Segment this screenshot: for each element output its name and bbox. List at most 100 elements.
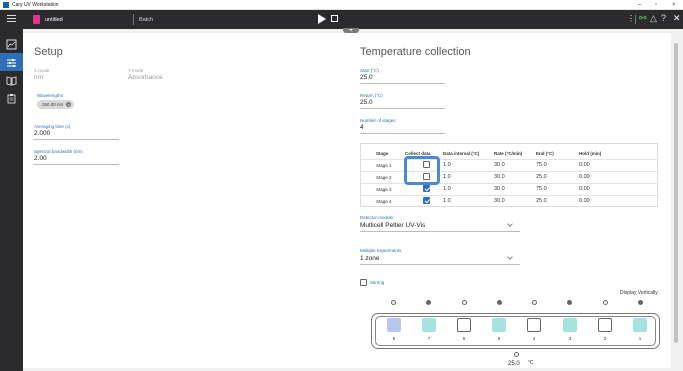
cell-2[interactable] (598, 318, 612, 332)
bandwidth-input[interactable]: 2.00 (34, 155, 47, 162)
display-vertically-toggle[interactable]: Display Vertically (620, 290, 658, 296)
cell-1[interactable] (633, 318, 647, 332)
cell-number: 2 (603, 336, 607, 341)
multiple-underline (360, 264, 520, 265)
sidebar-item-book[interactable] (0, 71, 23, 89)
highlight-box (404, 156, 440, 185)
end-cell[interactable]: 25.0 (536, 174, 547, 180)
cell-3[interactable] (563, 318, 577, 332)
start-label: Start (°C) (360, 68, 379, 73)
averaging-underline (34, 139, 119, 140)
link-icon[interactable]: ⚯ (639, 13, 647, 23)
zone-radio[interactable] (532, 300, 537, 305)
multiple-select[interactable]: 1 zone (360, 255, 380, 262)
zone-radio[interactable] (426, 300, 431, 305)
minimize-button[interactable]: – (638, 1, 641, 9)
temperature-title: Temperature collection (360, 46, 471, 58)
cell-5[interactable] (492, 318, 506, 332)
cell-holder-inner (375, 316, 656, 346)
return-input[interactable]: 25.0 (360, 99, 373, 106)
tab-batch[interactable]: Batch (139, 17, 153, 23)
rate-cell[interactable]: 30.0 (494, 174, 505, 180)
xmode-value: nm (34, 74, 44, 81)
close-window-button[interactable]: × (672, 1, 676, 9)
window-title-bar: Cary UV Workstation – ▫ × (0, 0, 683, 10)
stage-name: Stage 2 (376, 174, 392, 180)
temperature-probe-radio[interactable] (514, 352, 519, 357)
stages-input[interactable]: 4 (360, 124, 364, 131)
end-cell[interactable]: 25.0 (536, 198, 547, 204)
cell-number: 5 (497, 336, 501, 341)
remove-chip-icon[interactable]: × (66, 102, 72, 107)
detector-label: Detector module (360, 215, 394, 220)
clipboard-icon (7, 93, 16, 103)
rate-cell[interactable]: 30.0 (494, 162, 505, 168)
zone-radio[interactable] (391, 300, 396, 305)
main-scrollbar[interactable] (673, 33, 679, 368)
document-tab[interactable]: untitled (33, 14, 63, 25)
setup-title: Setup (34, 46, 63, 58)
zone-radio[interactable] (567, 300, 572, 305)
header-hold: Hold (min) (579, 151, 602, 156)
wavelength-chip[interactable]: 260.00 nm × (37, 100, 75, 109)
cell-8[interactable] (387, 318, 401, 332)
hold-cell[interactable]: 0.00 (579, 198, 590, 204)
more-options-icon[interactable]: ⋮ (627, 14, 635, 23)
detector-select[interactable]: Multicell Peltier UV-Vis (360, 222, 425, 229)
interval-cell[interactable]: 1.0 (443, 174, 451, 180)
zone-radio[interactable] (497, 300, 502, 305)
cell-4[interactable] (527, 318, 541, 332)
interval-cell[interactable]: 1.0 (443, 186, 451, 192)
header-interval: Data interval (°C) (443, 151, 480, 156)
sidebar-item-report[interactable] (0, 89, 23, 107)
stop-icon[interactable] (331, 15, 338, 22)
collect-checkbox[interactable] (423, 197, 430, 204)
sidebar-item-setup[interactable] (0, 53, 23, 71)
start-input[interactable]: 25.0 (360, 74, 373, 81)
hold-cell[interactable]: 0.00 (579, 186, 590, 192)
chart-view-icon (6, 39, 17, 49)
rate-cell[interactable]: 30.0 (494, 198, 505, 204)
interval-cell[interactable]: 1.0 (443, 162, 451, 168)
hold-cell[interactable]: 0.00 (579, 174, 590, 180)
header-stage: Stage (376, 151, 389, 156)
maximize-button[interactable]: ▫ (655, 1, 657, 9)
document-name: untitled (45, 16, 63, 23)
zone-radio[interactable] (638, 300, 643, 305)
start-underline (360, 83, 445, 84)
play-icon[interactable] (318, 14, 326, 24)
wavelength-chip-label: 260.00 nm (42, 102, 64, 107)
header-rate: Rate (°C/min) (494, 151, 523, 156)
end-cell[interactable]: 75.0 (536, 162, 547, 168)
interval-cell[interactable]: 1.0 (443, 198, 451, 204)
averaging-input[interactable]: 2.000 (34, 130, 50, 137)
end-cell[interactable]: 75.0 (536, 186, 547, 192)
cell-6[interactable] (457, 318, 471, 332)
cell-number: 3 (568, 336, 572, 341)
cell-number: 8 (392, 336, 396, 341)
zone-radio[interactable] (462, 300, 467, 305)
help-icon[interactable]: ? (661, 13, 666, 23)
sliders-icon (7, 58, 16, 67)
header-end: End (°C) (536, 151, 554, 156)
close-icon[interactable]: ✕ (673, 13, 681, 23)
cell-number: 7 (427, 336, 431, 341)
sidebar-item-view[interactable] (0, 35, 23, 53)
alert-icon[interactable]: △ (650, 13, 657, 23)
menu-icon[interactable] (7, 15, 16, 23)
return-underline (360, 108, 445, 109)
ymode-label: Y mode (128, 68, 144, 73)
stirring-label: Stirring (370, 280, 385, 285)
ymode-value: Absorbance (128, 74, 163, 81)
app-logo-icon (3, 1, 9, 8)
stages-underline (360, 133, 445, 134)
temperature-unit: °C (528, 360, 534, 366)
rate-cell[interactable]: 30.0 (494, 186, 505, 192)
cell-number: 1 (638, 336, 642, 341)
scrollbar-thumb[interactable] (674, 43, 678, 343)
stirring-checkbox[interactable] (360, 279, 367, 286)
zone-radio[interactable] (603, 300, 608, 305)
collect-checkbox[interactable] (423, 185, 430, 192)
cell-7[interactable] (422, 318, 436, 332)
hold-cell[interactable]: 0.00 (579, 162, 590, 168)
